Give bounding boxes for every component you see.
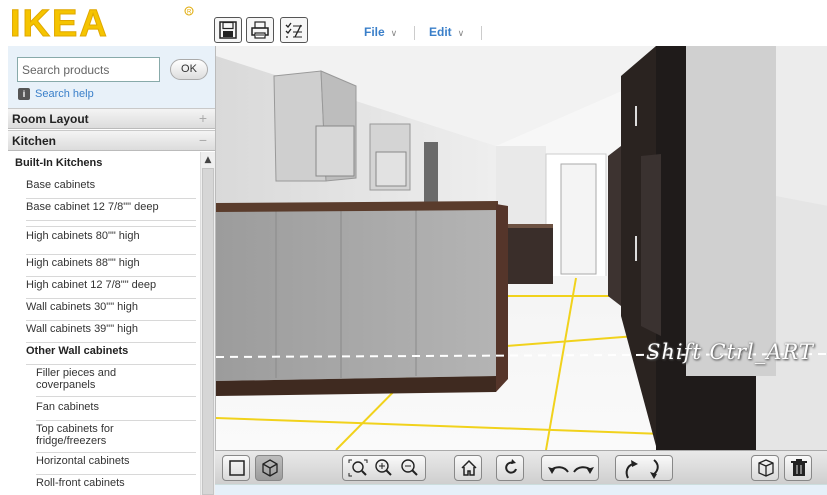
- product-tree: Built-In Kitchens Base cabinets Base cab…: [8, 152, 215, 495]
- room-3d-button[interactable]: [751, 455, 779, 481]
- delete-button[interactable]: [784, 455, 812, 481]
- search-ok-button[interactable]: OK: [170, 59, 208, 80]
- home-icon: [461, 459, 477, 476]
- reset-view-button[interactable]: [496, 455, 524, 481]
- section-label: Room Layout: [12, 112, 89, 126]
- tilt-up-icon[interactable]: [622, 458, 642, 480]
- rotate-left-icon[interactable]: [546, 458, 570, 478]
- info-icon: i: [18, 88, 30, 100]
- tree-item[interactable]: Top cabinets for fridge/freezers: [36, 423, 196, 453]
- search-panel: OK i Search help: [8, 46, 215, 108]
- save-button[interactable]: [214, 17, 242, 43]
- 2d-view-icon: [229, 460, 245, 476]
- tree-item[interactable]: Base cabinet 12 7/8"" deep: [26, 201, 196, 221]
- 3d-viewport[interactable]: Shift Ctrl_ART: [215, 46, 827, 450]
- rotate-controls: [541, 455, 599, 481]
- checklist-button[interactable]: [280, 17, 308, 43]
- print-button[interactable]: [246, 17, 274, 43]
- 2d-view-button[interactable]: [222, 455, 250, 481]
- watermark: Shift Ctrl_ART: [646, 340, 814, 364]
- file-menu-label: File: [364, 25, 385, 39]
- section-label: Kitchen: [12, 134, 57, 148]
- tree-item[interactable]: High cabinets 80"" high: [26, 226, 196, 255]
- tree-list: Built-In Kitchens Base cabinets Base cab…: [8, 152, 200, 495]
- view-toolbar: [215, 450, 827, 484]
- collapse-icon: −: [198, 132, 207, 148]
- expand-icon: +: [198, 110, 207, 126]
- svg-text:IKEA: IKEA: [10, 3, 109, 43]
- kitchen-3d-scene: [216, 46, 827, 450]
- tree-item[interactable]: Filler pieces and coverpanels: [36, 367, 196, 397]
- chevron-down-icon: ∨: [457, 28, 465, 38]
- section-room-layout[interactable]: Room Layout +: [8, 108, 215, 129]
- rotate-right-icon[interactable]: [572, 458, 596, 478]
- tilt-down-icon[interactable]: [648, 458, 668, 480]
- chevron-down-icon: ∨: [390, 28, 398, 38]
- undo-rotate-icon: [505, 459, 517, 474]
- tree-item-other-wall-cabinets[interactable]: Other Wall cabinets: [26, 345, 196, 365]
- zoom-out-icon[interactable]: [399, 458, 421, 478]
- menu-divider: [414, 26, 415, 40]
- save-icon: [219, 21, 237, 39]
- zoom-in-icon[interactable]: [373, 458, 395, 478]
- tree-item[interactable]: Base cabinets: [26, 179, 196, 199]
- scroll-up-icon[interactable]: ▲: [201, 152, 215, 168]
- sidebar: OK iSearch help Room Layout + Kitchen − …: [8, 46, 215, 495]
- tree-item[interactable]: Fan cabinets: [36, 401, 196, 421]
- trash-icon: [791, 459, 807, 476]
- edit-menu[interactable]: Edit ∨: [429, 25, 464, 39]
- file-menu[interactable]: File ∨: [364, 25, 397, 39]
- zoom-controls: [342, 455, 426, 481]
- tree-item[interactable]: Wall cabinets 30"" high: [26, 301, 196, 321]
- ikea-logo[interactable]: IKEA R: [8, 3, 194, 43]
- scroll-thumb[interactable]: [202, 168, 214, 495]
- menu-divider: [481, 26, 482, 40]
- tree-scrollbar[interactable]: ▲: [200, 152, 215, 495]
- 3d-view-icon: [262, 459, 278, 477]
- ikea-home-planner: IKEA R File ∨ Edit ∨ OK i Search help Room …: [0, 0, 827, 495]
- checklist-icon: [285, 22, 302, 38]
- tree-item[interactable]: Horizontal cabinets: [36, 455, 196, 475]
- search-help-link[interactable]: i Search help: [18, 88, 94, 100]
- tree-item-built-in-kitchens[interactable]: Built-In Kitchens: [15, 157, 102, 169]
- search-input[interactable]: [17, 57, 160, 82]
- svg-text:R: R: [187, 10, 192, 16]
- section-kitchen[interactable]: Kitchen −: [8, 130, 215, 151]
- 3d-box-icon: [758, 459, 774, 477]
- tree-item[interactable]: Roll-front cabinets: [36, 477, 196, 495]
- home-view-button[interactable]: [454, 455, 482, 481]
- search-help-label: Search help: [35, 88, 94, 100]
- status-strip: [215, 484, 827, 495]
- tree-item[interactable]: High cabinets 88"" high: [26, 257, 196, 277]
- edit-menu-label: Edit: [429, 25, 452, 39]
- print-icon: [251, 21, 269, 39]
- zoom-fit-icon[interactable]: [347, 458, 371, 478]
- tree-item[interactable]: High cabinet 12 7/8"" deep: [26, 279, 196, 299]
- 3d-view-button[interactable]: [255, 455, 283, 481]
- tree-item[interactable]: Wall cabinets 39"" high: [26, 323, 196, 343]
- tilt-controls: [615, 455, 673, 481]
- header: IKEA R File ∨ Edit ∨: [0, 0, 827, 46]
